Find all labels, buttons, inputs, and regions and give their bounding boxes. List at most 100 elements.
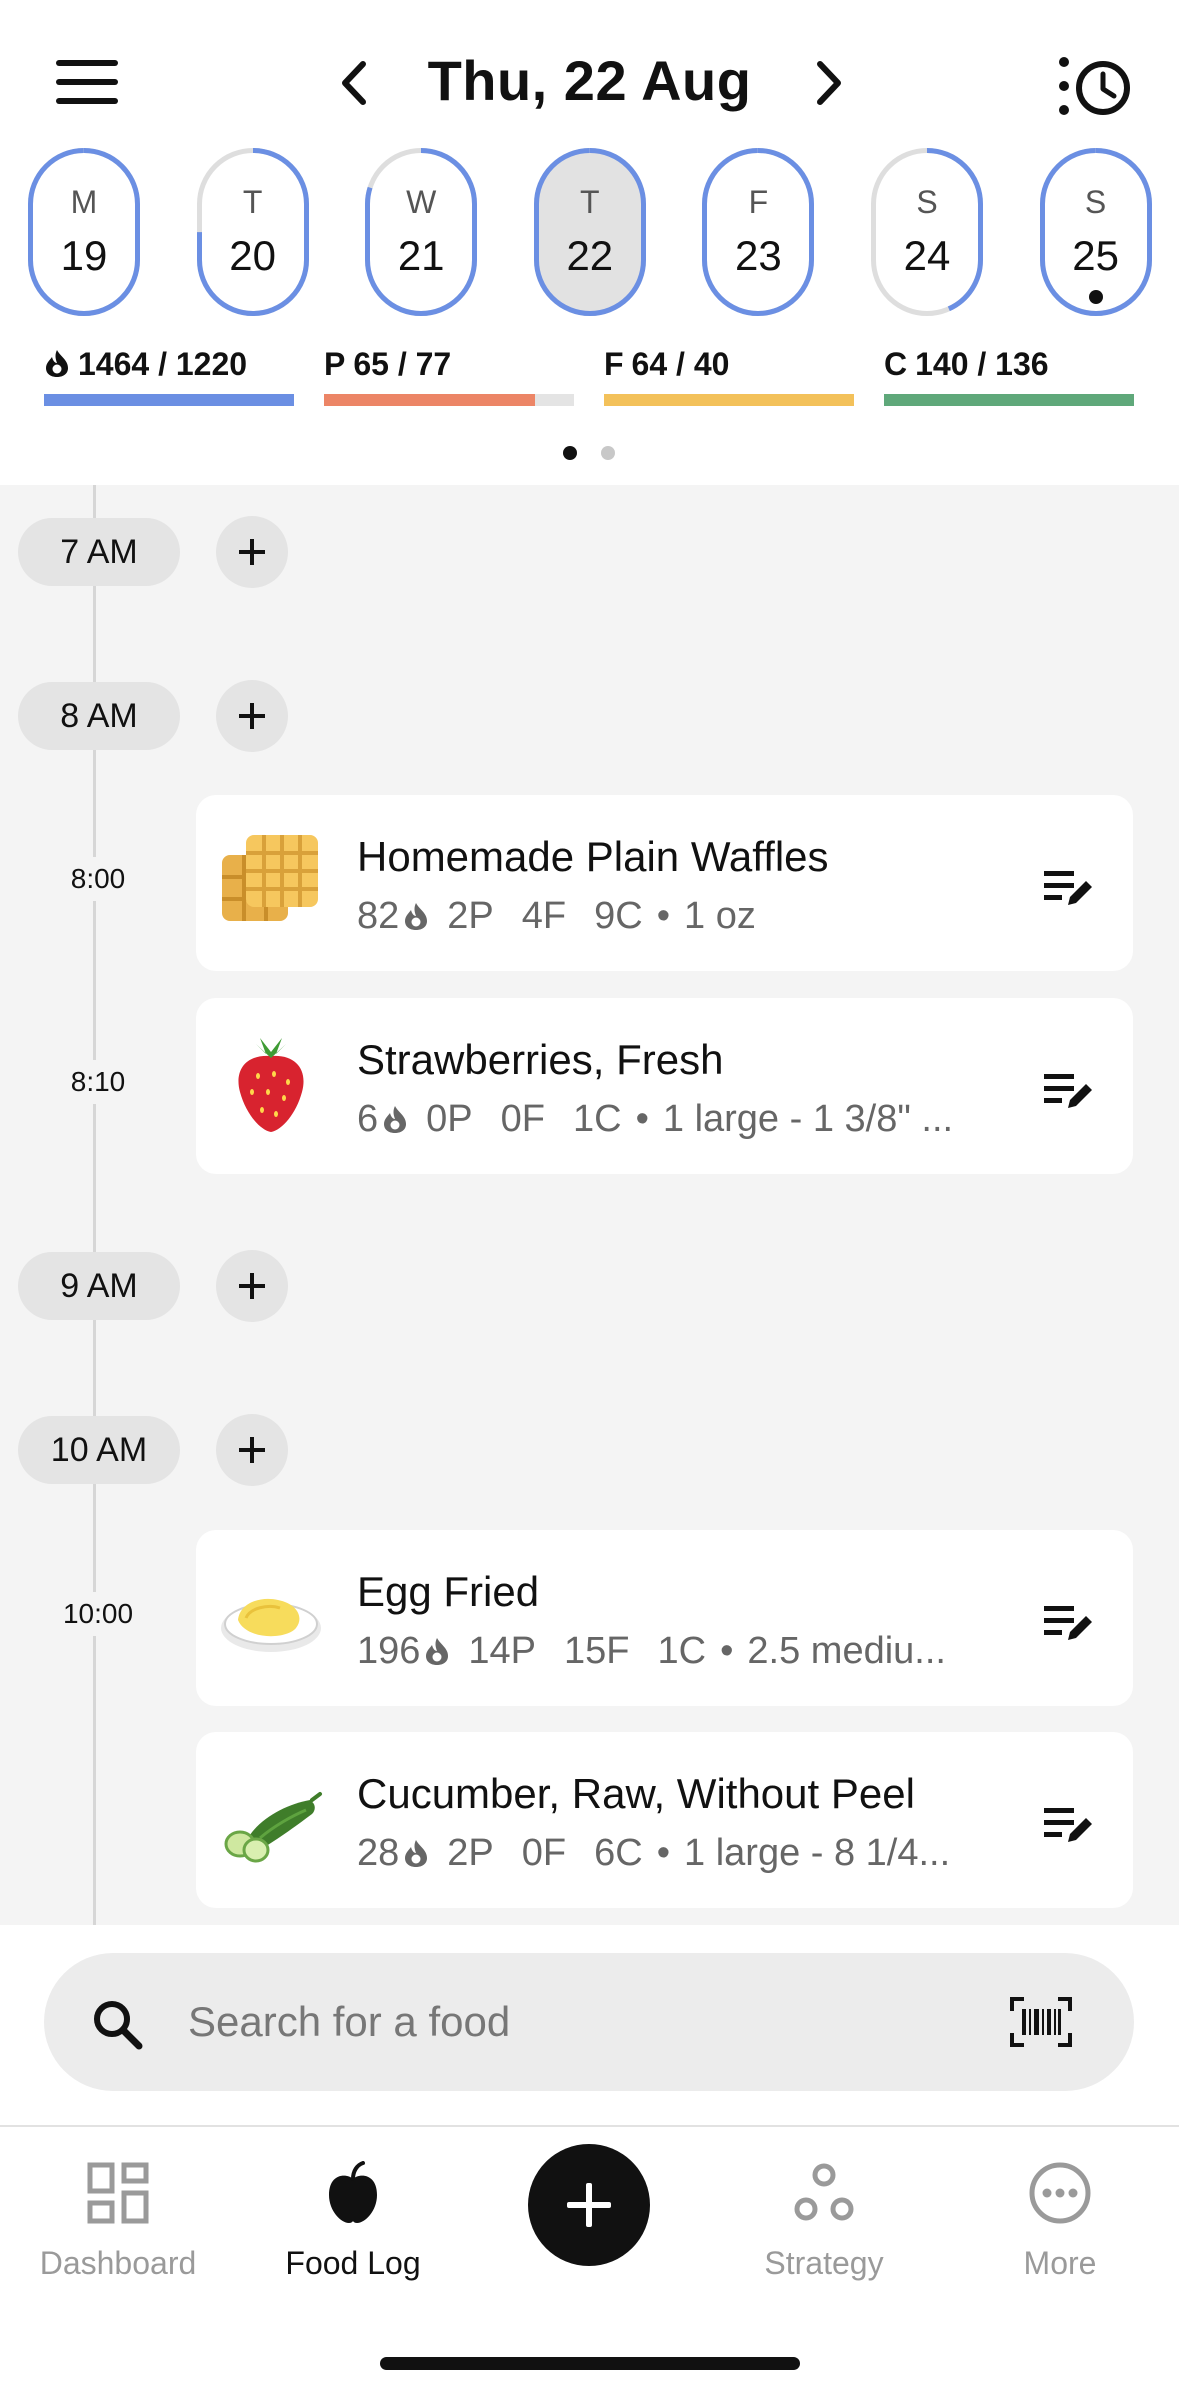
food-name: Egg Fried [357, 1568, 540, 1615]
food-entry-egg-fried[interactable]: Egg Fried 196 14P 15F 1C • 2.5 mediu... [196, 1530, 1133, 1706]
fat-value: 0F [521, 1832, 567, 1874]
dashboard-icon [87, 2162, 149, 2224]
day-number: 19 [60, 232, 108, 279]
calorie-value: 28 [357, 1832, 400, 1874]
macro-letter: C [884, 346, 908, 382]
protein-value: 2P [447, 895, 494, 937]
strawberry-icon [238, 1038, 304, 1132]
tab-more-label: More [1023, 2245, 1097, 2281]
day-number: 21 [397, 232, 445, 279]
food-name: Cucumber, Raw, Without Peel [357, 1770, 915, 1817]
tab-food-log[interactable]: Food Log [253, 2161, 453, 2291]
add-food-7am-button[interactable] [216, 516, 288, 588]
edit-icon[interactable] [1042, 865, 1094, 909]
serving-size: 1 oz [684, 895, 756, 937]
add-food-8am-button[interactable] [216, 680, 288, 752]
serving-size: 1 large - 1 3/8" ... [662, 1098, 954, 1140]
page-dot[interactable] [563, 446, 577, 460]
macro-progress-fill [44, 394, 294, 406]
flame-icon [46, 350, 68, 377]
food-timeline: 7 AM 8 AM 8:00 Homemade Plain Waffles 82… [0, 485, 1179, 1925]
day-25[interactable]: S 25 [1039, 148, 1152, 316]
macro-carbs-text: C 140 / 136 [884, 346, 1134, 386]
day-letter: T [580, 184, 600, 220]
protein-value: 14P [468, 1630, 537, 1672]
tab-more[interactable]: More [960, 2161, 1160, 2291]
day-22[interactable]: T 22 [533, 148, 646, 316]
edit-icon[interactable] [1042, 1802, 1094, 1846]
tab-food-log-label: Food Log [285, 2245, 421, 2281]
edit-icon[interactable] [1042, 1600, 1094, 1644]
calorie-value: 6 [357, 1098, 379, 1140]
week-strip: M 19 T 20 W 21 T 22 F 23 S 24 S 25 [28, 148, 1152, 318]
day-20[interactable]: T 20 [196, 148, 309, 316]
tab-dashboard-label: Dashboard [39, 2245, 197, 2281]
barcode-scanner-icon[interactable] [1010, 1997, 1072, 2047]
search-input[interactable]: Search for a food [188, 1998, 510, 2046]
macro-progress-fill [604, 394, 854, 406]
flame-icon [405, 903, 428, 930]
date-title[interactable]: Thu, 22 Aug [0, 48, 1179, 113]
macro-calories-text: 1464 / 1220 [44, 346, 294, 386]
food-entry-strawberries[interactable]: Strawberries, Fresh 6 0P 0F 1C • 1 large - 1 … [196, 998, 1133, 1174]
food-search-bar[interactable]: Search for a food [44, 1953, 1134, 2091]
carb-value: 9C [594, 895, 643, 937]
day-letter: W [406, 184, 437, 220]
add-button[interactable] [528, 2144, 650, 2266]
day-19[interactable]: M 19 [28, 148, 140, 316]
fat-value: 0F [500, 1098, 545, 1140]
edit-icon[interactable] [1042, 1068, 1094, 1112]
macro-carbs[interactable]: C 140 / 136 [884, 346, 1134, 406]
day-21[interactable]: W 21 [365, 148, 478, 316]
macro-value: 1464 / 1220 [78, 346, 248, 382]
apple-icon [329, 2161, 377, 2223]
search-icon [94, 2001, 143, 2050]
food-name: Homemade Plain Waffles [357, 833, 829, 880]
day-letter: T [242, 184, 263, 220]
home-indicator [380, 2357, 800, 2370]
add-food-10am-button[interactable] [216, 1414, 288, 1486]
day-number: 25 [1072, 232, 1119, 279]
macro-fat[interactable]: F 64 / 40 [604, 346, 854, 406]
tab-strategy-label: Strategy [764, 2245, 884, 2281]
entry-time: 8:00 [38, 857, 158, 901]
history-icon[interactable] [1058, 52, 1134, 120]
day-23[interactable]: F 23 [702, 148, 815, 316]
fried-egg-icon [221, 1598, 321, 1652]
macro-protein[interactable]: P 65 / 77 [324, 346, 574, 406]
page-indicator [0, 446, 1179, 460]
macro-value: 65 / 77 [353, 346, 452, 382]
protein-value: 2P [447, 1832, 494, 1874]
chevron-right-icon[interactable] [808, 58, 848, 108]
macro-progress-bar [884, 394, 1134, 406]
food-entry-waffles[interactable]: Homemade Plain Waffles 82 2P 4F 9C • 1 oz [196, 795, 1133, 971]
day-letter: S [916, 184, 938, 220]
hour-label-10am: 10 AM [18, 1416, 180, 1484]
fat-value: 15F [564, 1630, 630, 1672]
flame-icon [384, 1106, 407, 1133]
carb-value: 1C [572, 1098, 622, 1140]
header: Thu, 22 Aug M 19 T 20 W 21 T 22 F 23 S 24 S 25 1464 /… [0, 0, 1179, 485]
carb-value: 1C [657, 1630, 707, 1672]
tab-strategy[interactable]: Strategy [724, 2161, 924, 2291]
hour-label-8am: 8 AM [18, 682, 180, 750]
carb-value: 6C [594, 1832, 643, 1874]
food-name: Strawberries, Fresh [357, 1036, 724, 1083]
entry-time: 10:00 [38, 1592, 158, 1636]
food-entry-cucumber[interactable]: Cucumber, Raw, Without Peel 28 2P 0F 6C • 1 l… [196, 1732, 1133, 1908]
macro-calories[interactable]: 1464 / 1220 [44, 346, 294, 406]
waffle-icon [222, 835, 318, 921]
macro-letter: F [604, 346, 624, 382]
page-dot[interactable] [601, 446, 615, 460]
macro-fat-text: F 64 / 40 [604, 346, 854, 386]
macro-progress-bar [324, 394, 574, 406]
macro-protein-text: P 65 / 77 [324, 346, 574, 386]
day-number: 23 [735, 232, 782, 279]
hour-label-7am: 7 AM [18, 518, 180, 586]
day-24[interactable]: S 24 [871, 148, 983, 316]
macro-value: 140 / 136 [915, 346, 1049, 382]
day-number: 24 [903, 232, 951, 279]
day-letter: M [70, 184, 98, 220]
add-food-9am-button[interactable] [216, 1250, 288, 1322]
tab-dashboard[interactable]: Dashboard [18, 2161, 218, 2291]
